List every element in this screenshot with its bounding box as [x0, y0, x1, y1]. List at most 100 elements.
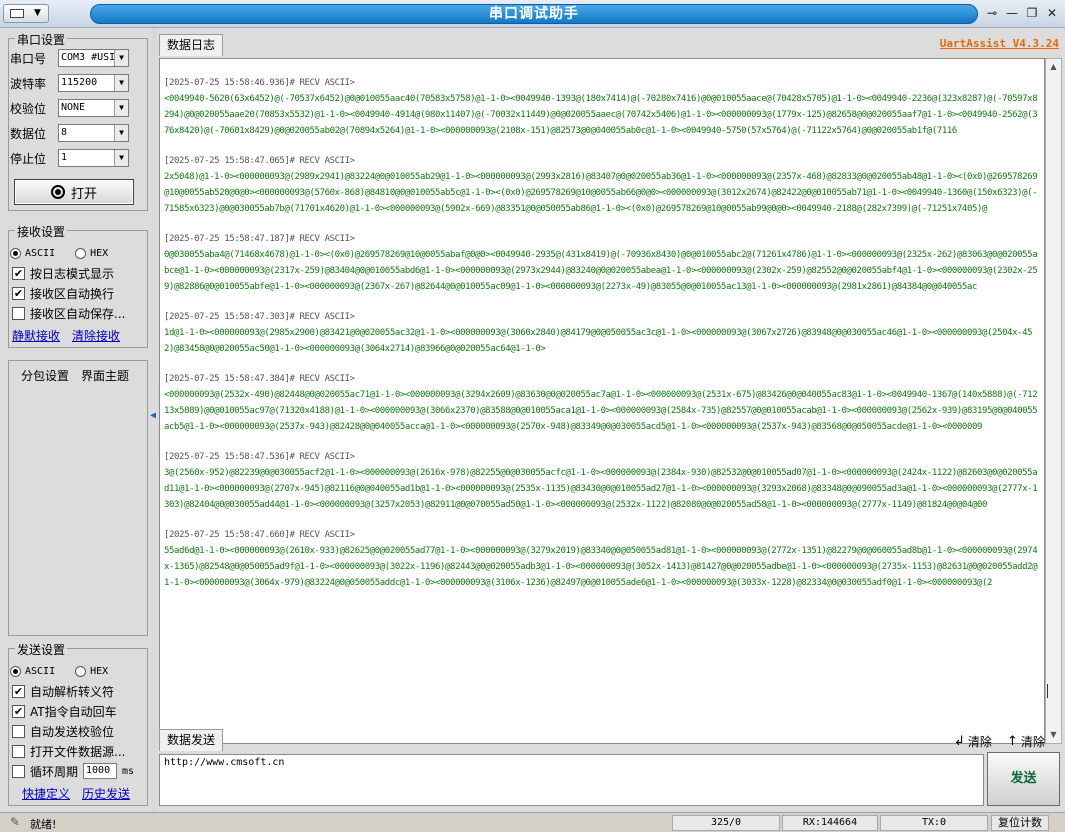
stopbits-select[interactable]: 1 ▼: [58, 149, 129, 167]
chevron-down-icon: ▼: [114, 100, 128, 116]
history-link[interactable]: 历史发送: [82, 785, 130, 802]
databits-row: 数据位 8 ▼: [10, 123, 129, 143]
log-entry-header: [2025-07-25 15:58:47.065]# RECV ASCII>: [164, 156, 355, 166]
log-mode-checkbox[interactable]: ✔: [12, 266, 25, 280]
left-panel: 串口设置 串口号 COM3 #USI ▼ 波特率 115200 ▼ 校验位 NONE…: [0, 28, 152, 812]
minimize-button[interactable]: —: [1003, 5, 1021, 23]
receive-links: 静默接收 清除接收: [12, 326, 120, 344]
cycle-label: 循环周期: [30, 764, 79, 779]
cycle-unit: ms: [122, 765, 135, 777]
app-window: ▼ 串口调试助手 ⊸ — ❐ ✕ 串口设置 串口号 COM3 #USI ▼ 波特率…: [0, 0, 1065, 832]
at-return-label: AT指令自动回车: [30, 704, 117, 719]
chevron-down-icon: ▼: [114, 75, 128, 91]
log-scrollbar[interactable]: ▲ ▼: [1045, 58, 1062, 744]
escape-option[interactable]: ✔ 自动解析转义符: [12, 682, 114, 700]
cycle-option: 循环周期 1000 ms: [12, 762, 134, 780]
auto-save-checkbox[interactable]: [12, 306, 25, 320]
status-bar: ✎ 就绪! 325/0 RX:144664 TX:0 复位计数: [0, 812, 1065, 832]
databits-select[interactable]: 8 ▼: [58, 124, 129, 142]
auto-wrap-option[interactable]: ✔ 接收区自动换行: [12, 284, 114, 302]
status-counter: 325/0: [672, 815, 780, 831]
log-entry-header: [2025-07-25 15:58:47.187]# RECV ASCII>: [164, 234, 355, 244]
send-links: 快捷定义 历史发送: [22, 784, 130, 802]
log-entry: [2025-07-25 15:58:47.660]# RECV ASCII> 55…: [164, 527, 1038, 591]
log-mode-option[interactable]: ✔ 按日志模式显示: [12, 264, 114, 282]
port-label: 串口号: [10, 51, 47, 66]
status-tx: TX:0: [880, 815, 988, 831]
send-input[interactable]: http://www.cmsoft.cn: [159, 754, 984, 806]
stopbits-value: 1: [61, 152, 68, 163]
baud-select[interactable]: 115200 ▼: [58, 74, 129, 92]
baud-value: 115200: [61, 77, 98, 88]
at-return-checkbox[interactable]: ✔: [12, 704, 25, 718]
port-select[interactable]: COM3 #USI ▼: [58, 49, 129, 67]
clear-send-button[interactable]: ↲ 清除: [954, 733, 992, 750]
clear-receive-link[interactable]: 清除接收: [72, 327, 120, 344]
open-port-button[interactable]: 打开: [14, 179, 134, 205]
tab-data-log[interactable]: 数据日志: [159, 34, 224, 56]
receive-ascii-radio[interactable]: [10, 247, 21, 259]
tab-packet-settings[interactable]: 分包设置: [21, 367, 69, 384]
silent-receive-link[interactable]: 静默接收: [12, 327, 60, 344]
system-menu-button[interactable]: ▼: [3, 4, 49, 23]
port-value: COM3 #USI: [61, 52, 116, 63]
send-hex-radio[interactable]: [75, 665, 87, 677]
clear-send-label-2: 清除: [1020, 735, 1045, 749]
auto-wrap-checkbox[interactable]: ✔: [12, 286, 25, 300]
clear-send-button-2[interactable]: ↑ 清除: [1007, 733, 1045, 750]
auto-save-option[interactable]: 接收区自动保存...: [12, 304, 125, 322]
parity-row: 校验位 NONE ▼: [10, 98, 129, 118]
auto-checksum-label: 自动发送校验位: [30, 724, 115, 739]
cycle-checkbox[interactable]: [12, 764, 25, 778]
brand-link[interactable]: UartAssist V4.3.24: [940, 37, 1059, 50]
scroll-thumb[interactable]: [1047, 684, 1048, 698]
chevron-down-icon: ▼: [114, 50, 128, 66]
cycle-input[interactable]: 1000: [83, 763, 118, 779]
port-row: 串口号 COM3 #USI ▼: [10, 48, 129, 68]
log-entry-header: [2025-07-25 15:58:47.660]# RECV ASCII>: [164, 530, 355, 540]
log-entry-data: <0049940-5620(63x6452)@(-70537x6452)@0@0…: [164, 94, 1038, 136]
open-port-label: 打开: [70, 186, 97, 202]
scroll-up-icon[interactable]: ▲: [1046, 59, 1061, 75]
log-mode-label: 按日志模式显示: [30, 266, 115, 281]
file-source-checkbox[interactable]: [12, 744, 25, 758]
chevron-down-icon: ▼: [114, 150, 128, 166]
left-tabs-panel: 分包设置 界面主题: [8, 360, 148, 636]
log-entry-data: 2x5048)@1-1-0><000000093@(2989x2941)@832…: [164, 172, 1038, 214]
reset-count-button[interactable]: 复位计数: [991, 815, 1049, 831]
receive-ascii-label: ASCII: [25, 247, 56, 259]
log-entry-header: [2025-07-25 15:58:47.384]# RECV ASCII>: [164, 374, 355, 384]
tab-data-send[interactable]: 数据发送: [159, 729, 224, 751]
at-return-option[interactable]: ✔ AT指令自动回车: [12, 702, 117, 720]
parity-value: NONE: [61, 102, 86, 113]
send-button[interactable]: 发送: [987, 752, 1060, 806]
scroll-down-icon[interactable]: ▼: [1046, 727, 1061, 743]
receive-hex-radio[interactable]: [75, 247, 87, 259]
tab-ui-theme[interactable]: 界面主题: [81, 367, 129, 384]
auto-checksum-option[interactable]: 自动发送校验位: [12, 722, 114, 740]
parity-select[interactable]: NONE ▼: [58, 99, 129, 117]
window-controls: ⊸ — ❐ ✕: [983, 5, 1061, 23]
pin-icon[interactable]: ⊸: [983, 5, 1001, 23]
maximize-button[interactable]: ❐: [1023, 5, 1041, 23]
arrow-up-icon: ↑: [1007, 734, 1018, 749]
chevron-down-icon: ▼: [114, 125, 128, 141]
status-rx: RX:144664: [782, 815, 878, 831]
databits-label: 数据位: [10, 126, 47, 141]
escape-checkbox[interactable]: ✔: [12, 684, 25, 698]
record-icon: [50, 185, 65, 199]
log-entry-data: 0@030055aba4@(71468x4678)@1-1-0><(0x0)@2…: [164, 250, 1038, 292]
file-source-option[interactable]: 打开文件数据源...: [12, 742, 125, 760]
auto-checksum-checkbox[interactable]: [12, 724, 25, 738]
send-ascii-radio[interactable]: [10, 665, 21, 677]
undo-icon: ↲: [954, 734, 965, 749]
close-button[interactable]: ✕: [1043, 5, 1061, 23]
receive-log[interactable]: [2025-07-25 15:58:46.936]# RECV ASCII> <0…: [159, 58, 1045, 744]
auto-save-label: 接收区自动保存...: [30, 306, 126, 321]
clear-send-label: 清除: [967, 735, 992, 749]
chevron-down-icon: ▼: [34, 8, 41, 18]
stopbits-label: 停止位: [10, 151, 47, 166]
receive-settings-title: 接收设置: [15, 223, 68, 240]
shortcut-link[interactable]: 快捷定义: [22, 785, 70, 802]
receive-hex-label: HEX: [90, 247, 109, 259]
